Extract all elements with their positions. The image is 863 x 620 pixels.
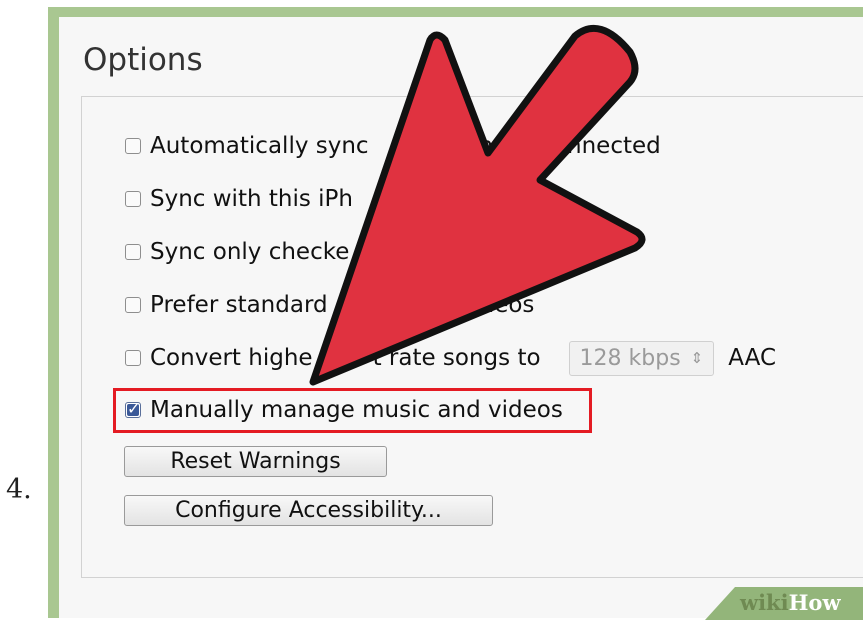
- reset-warnings-button[interactable]: Reset Warnings: [124, 446, 387, 477]
- checkbox[interactable]: [125, 138, 141, 154]
- highlight-box: [113, 388, 592, 433]
- option-sync-wifi[interactable]: Sync with this iPh: [125, 179, 353, 219]
- bitrate-select[interactable]: 128 kbps ⇕: [568, 340, 715, 376]
- checkbox-checked[interactable]: ✓: [125, 399, 141, 418]
- option-label: Prefer standard: [150, 292, 328, 318]
- option-label: Sync only checke: [150, 239, 350, 265]
- option-label: Automatically sync: [150, 133, 369, 159]
- option-auto-sync[interactable]: Automatically sync ne is connected: [125, 126, 661, 166]
- option-sync-checked[interactable]: Sync only checke: [125, 232, 349, 272]
- options-title: Options: [83, 42, 203, 78]
- bitrate-value: 128 kbps: [579, 345, 681, 371]
- option-label: Convert highe: [150, 345, 313, 371]
- step-number: 4.: [6, 474, 32, 505]
- bitrate-format: AAC: [728, 345, 777, 371]
- checkbox[interactable]: [125, 297, 141, 313]
- option-label-tail: ne is connected: [478, 133, 661, 159]
- option-convert-bitrate[interactable]: Convert highe t rate songs to 128 kbps ⇕…: [125, 338, 776, 378]
- option-label-tail: t rate songs to: [372, 345, 541, 371]
- option-label: Sync with this iPh: [150, 186, 353, 212]
- checkbox[interactable]: [125, 350, 141, 366]
- watermark-logo: wikiHow: [740, 590, 841, 615]
- updown-chevron-icon: ⇕: [690, 349, 704, 367]
- option-prefer-standard[interactable]: Prefer standard deos: [125, 285, 534, 325]
- checkbox[interactable]: [125, 191, 141, 207]
- configure-accessibility-button[interactable]: Configure Accessibility...: [124, 495, 493, 526]
- checkbox[interactable]: [125, 244, 141, 260]
- checkmark-icon: ✓: [127, 399, 141, 418]
- option-label-tail: deos: [479, 292, 535, 318]
